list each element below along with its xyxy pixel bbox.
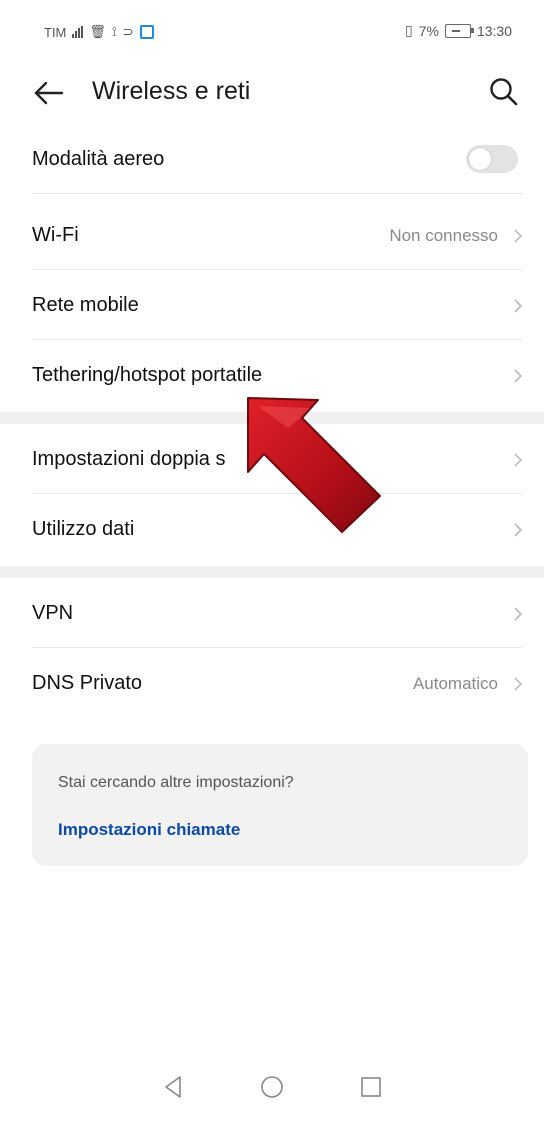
vibrate-icon: ▯ — [405, 22, 413, 38]
section-divider — [0, 566, 544, 578]
setting-value: Non connesso — [389, 226, 498, 245]
setting-label: Utilizzo dati — [32, 518, 135, 540]
chevron-right-icon — [514, 369, 523, 383]
setting-label: Tethering/hotspot portatile — [32, 364, 263, 386]
toggle-knob — [469, 148, 491, 170]
signal-icon — [72, 26, 84, 38]
setting-airplane-mode[interactable]: Modalità aereo — [0, 126, 544, 194]
page-title: Wireless e reti — [92, 77, 251, 105]
chevron-right-icon — [514, 523, 523, 537]
setting-private-dns[interactable]: DNS Privato Automatico — [0, 650, 544, 718]
setting-label: VPN — [32, 602, 74, 624]
setting-label: DNS Privato — [32, 672, 143, 694]
setting-wifi[interactable]: Wi-Fi Non connesso — [0, 202, 544, 270]
suggestion-question: Stai cercando altre impostazioni? — [58, 774, 294, 791]
airplane-mode-toggle[interactable] — [466, 145, 518, 173]
battery-icon — [444, 23, 474, 38]
arrow-left-icon[interactable] — [32, 76, 66, 110]
setting-label: Wi-Fi — [32, 224, 79, 246]
suggestion-card: Stai cercando altre impostazioni? Impost… — [32, 744, 528, 866]
divider — [32, 339, 522, 340]
section-divider — [0, 412, 544, 424]
divider — [32, 493, 522, 494]
chevron-right-icon — [514, 299, 523, 313]
status-right: ▯ 7% 13:30 — [405, 22, 512, 39]
setting-dual-sim[interactable]: Impostazioni doppia s — [0, 426, 544, 494]
setting-label: Modalità aereo — [32, 148, 165, 170]
setting-label: Rete mobile — [32, 294, 139, 316]
system-nav-bar — [0, 1032, 544, 1142]
divider — [32, 647, 522, 648]
setting-data-usage[interactable]: Utilizzo dati — [0, 496, 544, 564]
setting-mobile-network[interactable]: Rete mobile — [0, 272, 544, 340]
divider — [32, 269, 522, 270]
app-bar: Wireless e reti — [0, 62, 544, 124]
app-notification-icon — [139, 25, 154, 39]
recents-square-icon[interactable] — [356, 1072, 386, 1102]
setting-vpn[interactable]: VPN — [0, 580, 544, 648]
battery-percent: 7% — [418, 22, 439, 39]
setting-value: Automatico — [412, 674, 498, 693]
search-icon[interactable] — [486, 74, 522, 110]
call-settings-link[interactable]: Impostazioni chiamate — [58, 820, 240, 840]
cast-icon: ⊃ — [122, 24, 134, 39]
divider — [32, 193, 522, 194]
trash-icon: 🗑 — [89, 24, 106, 39]
home-circle-icon[interactable] — [257, 1072, 287, 1102]
chevron-right-icon — [514, 453, 523, 467]
setting-tethering-hotspot[interactable]: Tethering/hotspot portatile — [0, 342, 544, 410]
status-left: TIM 🗑 ⟟ ⊃ — [44, 24, 154, 40]
usb-icon: ⟟ — [111, 24, 117, 39]
chevron-right-icon — [514, 607, 523, 621]
back-triangle-icon[interactable] — [158, 1072, 188, 1102]
chevron-right-icon — [514, 677, 523, 691]
chevron-right-icon — [514, 229, 523, 243]
status-bar: TIM 🗑 ⟟ ⊃ ▯ 7% 13:30 — [0, 0, 544, 62]
clock: 13:30 — [476, 22, 512, 39]
setting-label: Impostazioni doppia s — [32, 448, 226, 470]
carrier-label: TIM — [44, 24, 67, 40]
